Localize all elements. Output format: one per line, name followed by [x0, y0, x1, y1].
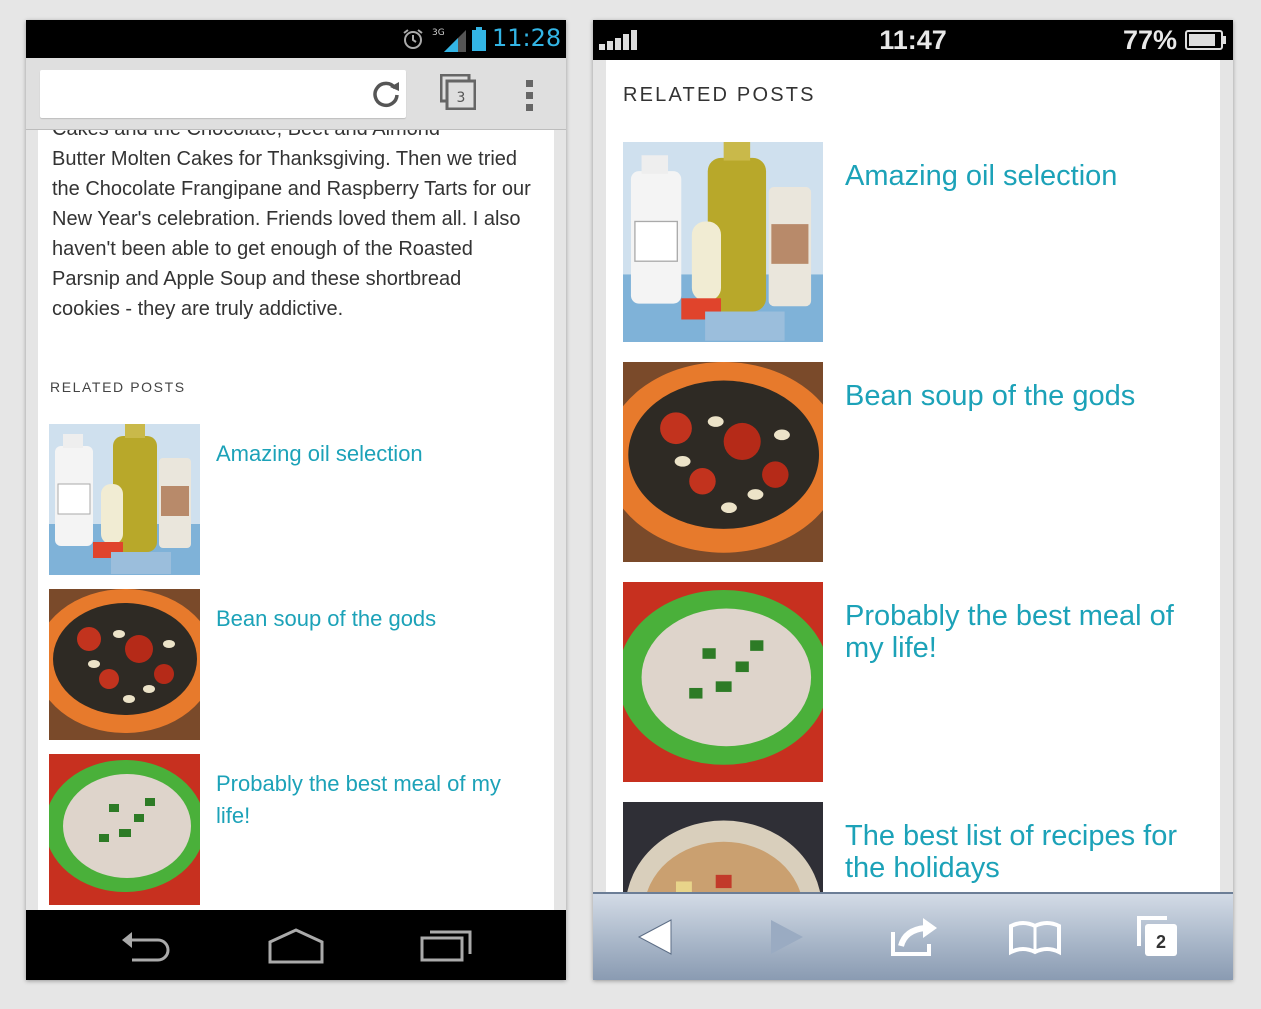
- url-bar[interactable]: [40, 70, 406, 118]
- status-time: 11:28: [492, 24, 562, 52]
- bean-soup-thumbnail[interactable]: [49, 589, 200, 740]
- related-post-title[interactable]: Bean soup of the gods: [845, 380, 1195, 412]
- battery-icon: [472, 27, 486, 51]
- recent-apps-icon[interactable]: [420, 924, 476, 964]
- tabs-button[interactable]: 2: [1133, 912, 1189, 962]
- back-icon[interactable]: [629, 912, 685, 962]
- related-post-title[interactable]: Bean soup of the gods: [216, 603, 516, 635]
- potatoes-pot-thumbnail[interactable]: [623, 802, 823, 892]
- related-post-item[interactable]: Probably the best meal of my life!: [623, 582, 1213, 784]
- bean-soup-thumbnail[interactable]: [623, 362, 823, 562]
- related-post-title[interactable]: Probably the best meal of my life!: [845, 600, 1195, 664]
- svg-text:3G: 3G: [432, 28, 445, 38]
- url-text[interactable]: [50, 83, 360, 105]
- creamy-soup-thumbnail[interactable]: [623, 582, 823, 782]
- related-post-item[interactable]: Amazing oil selection: [623, 142, 1213, 344]
- related-post-title[interactable]: Probably the best meal of my life!: [216, 768, 516, 832]
- related-post-item[interactable]: The best list of recipes for the holiday…: [623, 802, 1213, 892]
- page-content[interactable]: Cakes and the Chocolate, Beet and Almond…: [26, 130, 566, 910]
- article-card: RELATED POSTS Amazing oil selection Bean…: [606, 60, 1220, 892]
- related-post-title[interactable]: Amazing oil selection: [216, 438, 516, 470]
- android-status-bar: 3G 11:28: [26, 20, 566, 58]
- bookmarks-icon[interactable]: [1007, 912, 1063, 962]
- related-post-item[interactable]: Bean soup of the gods: [623, 362, 1213, 564]
- oil-bottles-thumbnail[interactable]: [623, 142, 823, 342]
- tab-switcher-icon[interactable]: 3: [440, 74, 476, 110]
- overflow-menu-icon[interactable]: [520, 78, 540, 112]
- reload-icon[interactable]: [370, 78, 402, 110]
- article-card: Cakes and the Chocolate, Beet and Almond…: [38, 130, 554, 910]
- share-icon[interactable]: [887, 912, 943, 962]
- related-posts-heading: RELATED POSTS: [50, 379, 186, 395]
- browser-toolbar: 3: [26, 58, 566, 130]
- battery-icon: [1185, 30, 1226, 50]
- ios-status-bar: 11:47 77%: [593, 20, 1233, 60]
- related-post-title[interactable]: Amazing oil selection: [845, 160, 1195, 192]
- article-cut-line: Cakes and the Chocolate, Beet and Almond: [52, 130, 440, 144]
- android-nav-bar: [26, 910, 566, 980]
- tab-count: 2: [1155, 932, 1166, 952]
- related-post-item[interactable]: Amazing oil selection: [49, 424, 529, 576]
- creamy-soup-thumbnail[interactable]: [49, 754, 200, 905]
- signal-3g-icon: 3G: [432, 28, 466, 52]
- alarm-icon: [403, 29, 423, 49]
- safari-toolbar: 2: [593, 892, 1233, 980]
- android-phone-screenshot: 3G 11:28 3 Cakes a: [26, 20, 566, 980]
- related-post-item[interactable]: Probably the best meal of my life!: [49, 754, 529, 906]
- back-icon[interactable]: [118, 928, 174, 964]
- tab-count: 3: [457, 90, 466, 106]
- related-post-title[interactable]: The best list of recipes for the holiday…: [845, 820, 1195, 884]
- oil-bottles-thumbnail[interactable]: [49, 424, 200, 575]
- related-post-item[interactable]: Bean soup of the gods: [49, 589, 529, 741]
- forward-icon[interactable]: [757, 912, 813, 962]
- related-posts-heading: RELATED POSTS: [623, 84, 816, 106]
- battery-percent: 77%: [1123, 25, 1178, 55]
- iphone-screenshot: 11:47 77% RELATED POSTS Amazing oil sele…: [593, 20, 1233, 980]
- article-body: Butter Molten Cakes for Thanksgiving. Th…: [52, 148, 531, 320]
- home-icon[interactable]: [268, 926, 324, 964]
- page-content[interactable]: RELATED POSTS Amazing oil selection Bean…: [593, 60, 1233, 892]
